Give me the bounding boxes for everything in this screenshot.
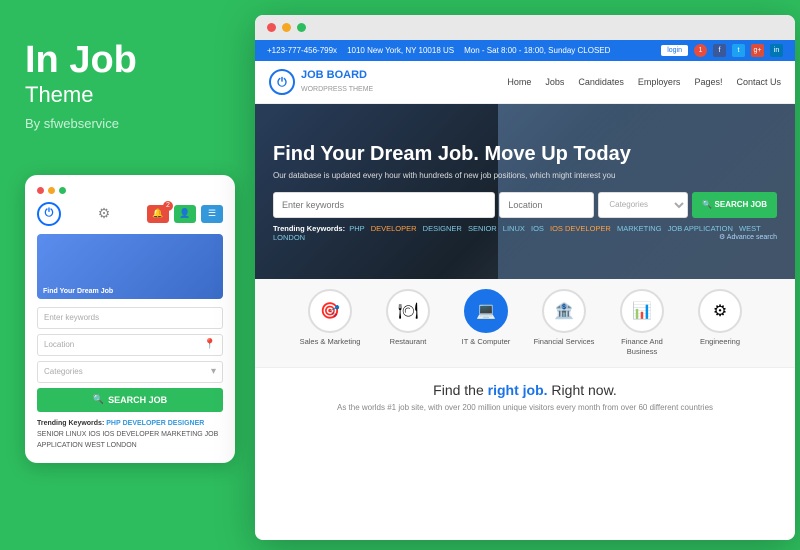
advance-search-link[interactable]: ⚙ Advance search: [719, 233, 777, 241]
mobile-window-dots: [37, 187, 223, 194]
trending-label: Trending Keywords:: [273, 224, 345, 233]
location-icon: 📍: [204, 339, 216, 350]
cat-label-it: IT & Computer: [462, 337, 511, 347]
mobile-mockup: ⏻ ⚙ 🔔2 👤 ☰ Find Your Dream Job Enter key…: [25, 175, 235, 464]
hero-keywords-input[interactable]: [273, 192, 495, 218]
restaurant-icon: 🍽: [386, 289, 430, 333]
mobile-topbar: ⏻ ⚙ 🔔2 👤 ☰: [37, 202, 223, 226]
mobile-action-icons: 🔔2 👤 ☰: [147, 205, 223, 223]
brand-subtitle: Theme: [25, 82, 225, 108]
category-finance-business[interactable]: 📊 Finance And Business: [607, 289, 677, 357]
categories-section: 🎯 Sales & Marketing 🍽 Restaurant 💻 IT & …: [255, 279, 795, 368]
categories-placeholder: Categories: [44, 367, 83, 376]
category-engineering[interactable]: ⚙ Engineering: [685, 289, 755, 357]
site-nav: ⏻ JOB BOARD WORDPRESS THEME Home Jobs Ca…: [255, 61, 795, 104]
category-financial-services[interactable]: 🏦 Financial Services: [529, 289, 599, 357]
keywords-placeholder: Enter keywords: [44, 313, 99, 322]
nav-logo: ⏻ JOB BOARD WORDPRESS THEME: [269, 69, 373, 95]
nav-contact[interactable]: Contact Us: [736, 77, 781, 87]
category-sales-marketing[interactable]: 🎯 Sales & Marketing: [295, 289, 365, 357]
hero-categories-select[interactable]: Categories: [598, 192, 688, 218]
cat-label-financial: Financial Services: [534, 337, 595, 347]
mobile-logo: ⏻: [37, 202, 61, 226]
dot-green: [59, 187, 66, 194]
notification-icon[interactable]: 🔔2: [147, 205, 169, 223]
hero-title: Find Your Dream Job. Move Up Today: [273, 142, 777, 166]
location-placeholder: Location: [44, 340, 74, 349]
brand-title: In Job: [25, 40, 225, 82]
mobile-keywords-input[interactable]: Enter keywords: [37, 307, 223, 329]
twitter-icon[interactable]: t: [732, 44, 745, 57]
hero-subtitle: Our database is updated every hour with …: [273, 171, 777, 180]
hero-section: Find Your Dream Job. Move Up Today Our d…: [255, 104, 795, 279]
bottom-title: Find the right job. Right now.: [275, 382, 775, 398]
mobile-search-button[interactable]: 🔍 SEARCH JOB: [37, 388, 223, 412]
engineering-icon: ⚙: [698, 289, 742, 333]
topbar-contact-info: +123-777-456-799x 1010 New York, NY 1001…: [267, 46, 610, 55]
notification-badge[interactable]: 1: [694, 44, 707, 57]
cat-label-sales: Sales & Marketing: [300, 337, 361, 347]
site-topbar: +123-777-456-799x 1010 New York, NY 1001…: [255, 40, 795, 61]
hero-location-input[interactable]: [499, 192, 594, 218]
hours: Mon - Sat 8:00 - 18:00, Sunday CLOSED: [464, 46, 610, 55]
nav-candidates[interactable]: Candidates: [578, 77, 624, 87]
cat-label-restaurant: Restaurant: [390, 337, 427, 347]
mobile-trending-keywords: Trending Keywords: PHP DEVELOPER DESIGNE…: [37, 418, 223, 452]
googleplus-icon[interactable]: g+: [751, 44, 764, 57]
notification-badge: 2: [163, 201, 173, 211]
nav-links: Home Jobs Candidates Employers Pages! Co…: [507, 77, 781, 87]
cat-label-engineering: Engineering: [700, 337, 740, 347]
it-computer-icon: 💻: [464, 289, 508, 333]
hero-search-button[interactable]: 🔍 SEARCH JOB: [692, 192, 777, 218]
finance-business-icon: 📊: [620, 289, 664, 333]
nav-employers[interactable]: Employers: [638, 77, 681, 87]
logo-text: JOB BOARD WORDPRESS THEME: [301, 69, 373, 95]
bottom-section: Find the right job. Right now. As the wo…: [255, 368, 795, 426]
left-panel: In Job Theme By sfwebservice ⏻ ⚙ 🔔2 👤 ☰ …: [0, 0, 250, 550]
dot-red: [37, 187, 44, 194]
profile-icon[interactable]: 👤: [174, 205, 196, 223]
cat-label-finance: Finance And Business: [607, 337, 677, 357]
bottom-description: As the worlds #1 job site, with over 200…: [275, 403, 775, 412]
financial-services-icon: 🏦: [542, 289, 586, 333]
browser-window: +123-777-456-799x 1010 New York, NY 1001…: [255, 15, 795, 540]
menu-icon[interactable]: ☰: [201, 205, 223, 223]
nav-home[interactable]: Home: [507, 77, 531, 87]
login-button[interactable]: login: [661, 45, 688, 56]
nav-pages[interactable]: Pages!: [694, 77, 722, 87]
category-restaurant[interactable]: 🍽 Restaurant: [373, 289, 443, 357]
topbar-actions: login 1 f t g+ in: [661, 44, 783, 57]
chrome-dot-red[interactable]: [267, 23, 276, 32]
mobile-location-input[interactable]: Location 📍: [37, 334, 223, 356]
nav-jobs[interactable]: Jobs: [545, 77, 564, 87]
search-icon: 🔍: [93, 394, 104, 405]
brand-author: By sfwebservice: [25, 116, 225, 131]
mobile-categories-input[interactable]: Categories ▾: [37, 361, 223, 383]
linkedin-icon[interactable]: in: [770, 44, 783, 57]
chrome-dot-yellow[interactable]: [282, 23, 291, 32]
mobile-hero-text: Find Your Dream Job: [43, 288, 113, 295]
phone-number: +123-777-456-799x: [267, 46, 337, 55]
dot-yellow: [48, 187, 55, 194]
browser-chrome: [255, 15, 795, 40]
sales-marketing-icon: 🎯: [308, 289, 352, 333]
gear-icon: ⚙: [95, 205, 113, 223]
category-it-computer[interactable]: 💻 IT & Computer: [451, 289, 521, 357]
mobile-hero-image: Find Your Dream Job: [37, 234, 223, 299]
dropdown-icon: ▾: [211, 366, 216, 377]
logo-circle-icon: ⏻: [269, 69, 295, 95]
hero-search-bar: Categories 🔍 SEARCH JOB: [273, 192, 777, 218]
hero-trending-keywords: Trending Keywords: PHP DEVELOPER DESIGNE…: [273, 224, 777, 242]
chrome-dot-green[interactable]: [297, 23, 306, 32]
facebook-icon[interactable]: f: [713, 44, 726, 57]
address: 1010 New York, NY 10018 US: [347, 46, 454, 55]
